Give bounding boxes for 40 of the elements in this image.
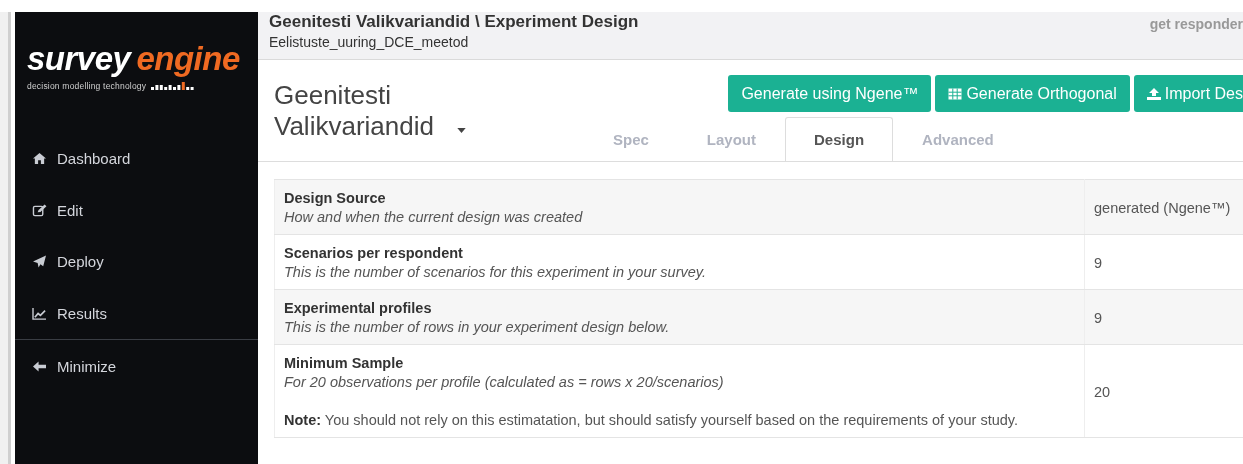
setting-value: generated (Ngene™)	[1094, 199, 1231, 216]
logo-tagline: decision modelling technology	[27, 81, 147, 91]
setting-description: This is the number of scenarios for this experiment in your survey.	[284, 264, 707, 280]
project-name: Eelistuste_uuring_DCE_meetod	[269, 34, 470, 50]
nav-item[interactable]: Minimize	[15, 341, 258, 393]
tab[interactable]: Spec	[584, 117, 678, 161]
bars-icon	[151, 82, 196, 90]
setting-value: 20	[1094, 383, 1111, 400]
setting-title: Minimum Sample	[284, 355, 405, 371]
line-chart-icon	[32, 306, 47, 320]
setting-value: 9	[1094, 309, 1103, 326]
table-icon	[948, 87, 963, 100]
breadcrumb: Geenitesti Valikvariandid \ Experiment Design	[269, 12, 639, 32]
tab[interactable]: Layout	[677, 117, 786, 161]
tab[interactable]: Design	[785, 117, 894, 161]
experiment-title: Geenitesti Valikvariandid	[274, 80, 435, 142]
setting-title: Scenarios per respondent	[284, 245, 464, 261]
setting-description: For 20 observations per profile (calculated as = rows x 20/scenarios)	[284, 374, 725, 390]
generate-button[interactable]: Import Des	[1133, 75, 1243, 112]
setting-description: How and when the current design was created	[284, 209, 584, 225]
setting-value: 9	[1094, 254, 1103, 271]
nav-item[interactable]: Deploy	[15, 236, 258, 288]
arrow-left-icon	[32, 360, 47, 374]
note-text: Note: You should not rely on this estimatation, but should satisfy yourself based on the requirements of your study.	[284, 412, 1019, 428]
home-icon	[32, 152, 47, 166]
paper-plane-icon	[32, 255, 47, 269]
nav-item[interactable]: Edit	[15, 184, 258, 236]
nav-item[interactable]: Results	[15, 287, 258, 339]
generate-button[interactable]: Generate using Ngene™	[728, 75, 932, 112]
setting-title: Design Source	[284, 190, 387, 206]
edit-icon	[32, 203, 47, 217]
caret-icon[interactable]	[457, 128, 466, 133]
setting-description: This is the number of rows in your experiment design below.	[284, 319, 671, 335]
upload-icon	[1146, 87, 1161, 100]
header-link[interactable]: get responder	[1149, 16, 1243, 59]
logo-text: survey engine	[27, 42, 241, 75]
nav-item[interactable]: Dashboard	[15, 133, 258, 185]
tab[interactable]: Advanced	[893, 117, 1023, 161]
setting-title: Experimental profiles	[284, 300, 433, 316]
generate-button[interactable]: Generate Orthogonal	[935, 75, 1130, 112]
